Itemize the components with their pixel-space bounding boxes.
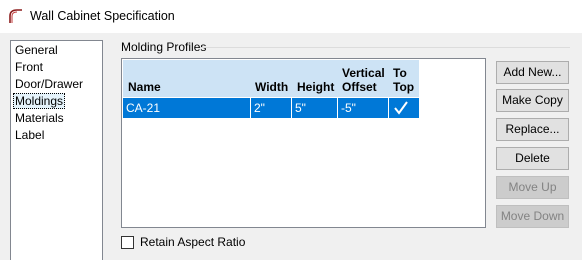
column-header-width[interactable]: Width — [255, 60, 288, 97]
column-header-name-label: Name — [128, 80, 161, 94]
group-divider — [200, 47, 570, 48]
cell-to-top[interactable] — [389, 98, 419, 118]
column-header-name[interactable]: Name — [128, 60, 161, 97]
retain-aspect-ratio-checkbox[interactable] — [121, 235, 134, 249]
column-header-offset-label: Offset — [342, 80, 377, 94]
molding-profiles-group-label: Molding Profiles — [121, 40, 207, 54]
nav-item-label[interactable]: Label — [13, 127, 46, 143]
table-row[interactable]: CA-21 2" 5" -5" — [123, 98, 419, 118]
move-down-button[interactable]: Move Down — [496, 205, 569, 228]
nav-item-moldings[interactable]: Moldings — [13, 93, 66, 109]
nav-item-front[interactable]: Front — [13, 59, 45, 75]
cell-height: 5" — [292, 98, 338, 118]
delete-button[interactable]: Delete — [496, 147, 569, 170]
retain-aspect-ratio-label: Retain Aspect Ratio — [140, 235, 246, 249]
column-header-to-top[interactable]: To Top — [393, 60, 414, 97]
replace-button[interactable]: Replace... — [496, 118, 569, 141]
column-header-height-label: Height — [297, 80, 335, 94]
make-copy-button[interactable]: Make Copy — [496, 89, 569, 112]
column-header-top-label: Top — [393, 80, 415, 94]
cell-vertical-offset: -5" — [338, 98, 389, 118]
column-header-vertical-label: Vertical — [342, 66, 385, 80]
table-header: Name Width Height Vertical Offset To Top — [123, 60, 419, 97]
checkmark-icon — [394, 101, 408, 115]
cell-width: 2" — [251, 98, 292, 118]
cell-name: CA-21 — [123, 98, 251, 118]
nav-item-door-drawer[interactable]: Door/Drawer — [13, 76, 85, 92]
column-header-to-label: To — [393, 66, 407, 80]
column-header-height[interactable]: Height — [297, 60, 334, 97]
move-up-button[interactable]: Move Up — [496, 176, 569, 199]
retain-aspect-ratio-option[interactable]: Retain Aspect Ratio — [121, 234, 245, 250]
nav-item-materials[interactable]: Materials — [13, 110, 66, 126]
column-header-vertical-offset[interactable]: Vertical Offset — [342, 60, 385, 97]
window-title: Wall Cabinet Specification — [30, 9, 175, 23]
nav-item-general[interactable]: General — [13, 42, 60, 58]
add-new-button[interactable]: Add New... — [496, 61, 569, 84]
title-bar: Wall Cabinet Specification — [0, 0, 582, 33]
molding-profiles-table[interactable]: Name Width Height Vertical Offset To Top… — [121, 58, 486, 228]
cabinet-arch-icon — [9, 9, 22, 23]
category-list[interactable]: General Front Door/Drawer Moldings Mater… — [10, 40, 103, 260]
column-header-width-label: Width — [255, 80, 289, 94]
